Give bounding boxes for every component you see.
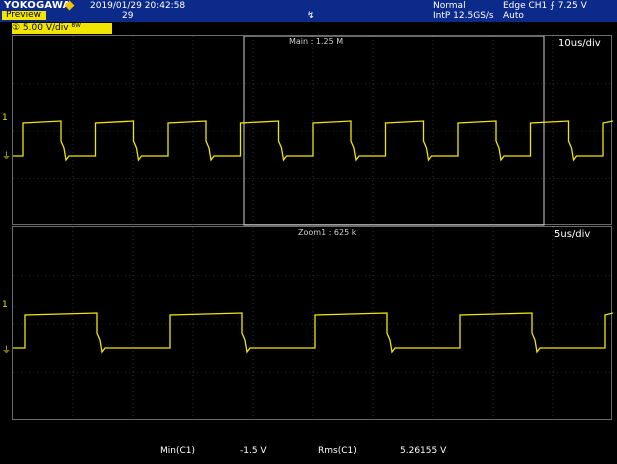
status-header: YOKOGAWA Preview 2019/01/29 20:42:58 29 …	[0, 0, 617, 22]
zoom-box-label: Main : 1.25 M	[289, 37, 344, 46]
main-ground-marker: ⏚	[2, 152, 12, 162]
zoom-waveform-svg	[13, 227, 613, 421]
trigger-setting[interactable]: Edge CH1 ⨍ 7.25 V	[503, 1, 587, 11]
zoom-ch1-level-marker[interactable]: 1	[2, 300, 8, 310]
ch1-waveform-trace	[13, 120, 613, 162]
preview-badge[interactable]: Preview	[2, 11, 46, 20]
main-waveform-svg	[13, 36, 613, 226]
channel1-scale-tag[interactable]: ① 5.00 V/div ᴮᵂ	[12, 23, 112, 34]
zoom-factor-label: Zoom1 : 625 k	[298, 228, 357, 237]
timestamp: 2019/01/29 20:42:58	[90, 1, 186, 11]
zoom-ground-marker: ⏚	[2, 346, 12, 356]
rms-measure-value: 5.26155 V	[400, 446, 447, 456]
zoom-timebase-label: 5us/div	[554, 229, 591, 240]
min-measure-value: -1.5 V	[240, 446, 267, 456]
sample-rate: IntP 12.5GS/s	[433, 11, 494, 21]
oscilloscope-screen: YOKOGAWA Preview 2019/01/29 20:42:58 29 …	[0, 0, 617, 464]
acquisition-mode[interactable]: Normal	[433, 1, 466, 11]
zoom-region-box[interactable]	[243, 36, 545, 226]
acquisition-count: 29	[122, 11, 134, 21]
trigger-position-icon: ↯	[307, 11, 315, 21]
rms-measure-label: Rms(C1)	[318, 446, 357, 456]
main-ch1-level-marker[interactable]: 1	[2, 113, 8, 123]
ch1-waveform-trace	[13, 312, 613, 354]
zoom-waveform-window[interactable]: 5us/div Zoom1 : 625 k	[12, 226, 613, 421]
main-waveform-window[interactable]: 10us/div Main : 1.25 M	[12, 35, 613, 226]
trigger-mode[interactable]: Auto	[503, 11, 524, 21]
main-timebase-label: 10us/div	[558, 38, 601, 49]
graticule	[13, 227, 613, 421]
min-measure-label: Min(C1)	[160, 446, 196, 456]
